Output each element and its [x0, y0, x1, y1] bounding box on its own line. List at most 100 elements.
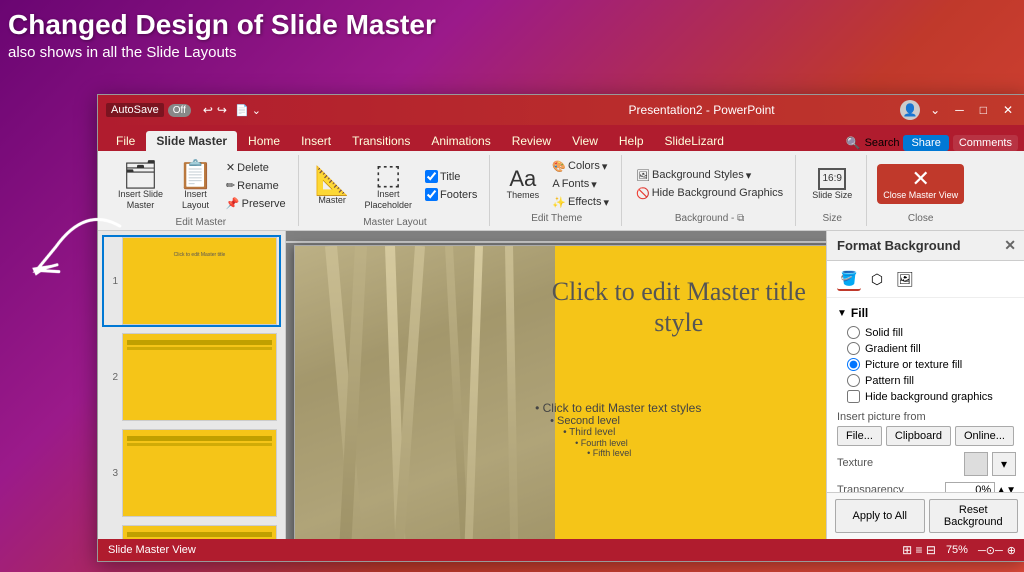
pattern-fill-radio[interactable] — [847, 374, 860, 387]
tab-transitions[interactable]: Transitions — [342, 131, 420, 151]
preserve-label: Preserve — [242, 198, 286, 210]
slide-size-btn[interactable]: 16:9 Slide Size — [806, 164, 858, 205]
hide-bg-label: Hide Background Graphics — [652, 187, 783, 199]
fill-icon[interactable]: 🪣 — [837, 267, 861, 291]
footers-checkbox[interactable]: Footers — [421, 186, 481, 203]
effects-btn[interactable]: ✨ Effects ▾ — [548, 194, 613, 211]
preserve-btn[interactable]: 📌 Preserve — [222, 195, 290, 212]
status-bar: Slide Master View ⊞ ≡ ⊟ 75% ─⊙─ ⊕ — [98, 539, 1024, 561]
insert-placeholder-btn[interactable]: ⬚ InsertPlaceholder — [359, 157, 419, 215]
slide-thumb-2[interactable]: 2 — [102, 331, 281, 423]
texture-preview — [964, 452, 988, 476]
comments-button[interactable]: Comments — [953, 135, 1018, 151]
search-icon[interactable]: 🔍 — [846, 136, 861, 150]
annotation-subtitle: also shows in all the Slide Layouts — [8, 44, 436, 61]
themes-btn[interactable]: Aa Themes — [500, 164, 545, 204]
effects-icon[interactable]: ⬡ — [865, 267, 889, 291]
zoom-fit-btn[interactable]: ⊕ — [1007, 544, 1016, 557]
undo-icon[interactable]: ↩ — [203, 103, 213, 117]
close-master-view-btn[interactable]: ✕ Close Master View — [877, 164, 964, 205]
zoom-slider[interactable]: ─⊙─ — [978, 544, 1003, 557]
slide-num-3: 3 — [104, 468, 118, 479]
fill-label: Fill — [851, 306, 868, 320]
master-layout-col: Title Footers — [421, 168, 481, 203]
reset-background-btn[interactable]: Reset Background — [929, 499, 1019, 533]
themes-label: Themes — [507, 190, 540, 200]
ribbon-collapse-icon[interactable]: ⌄ — [930, 103, 940, 117]
title-check[interactable] — [425, 170, 438, 183]
background-col: 🖼 Background Styles ▾ 🚫 Hide Background … — [632, 167, 787, 202]
annotation-area: Changed Design of Slide Master also show… — [8, 8, 436, 61]
insert-layout-btn[interactable]: 📋 InsertLayout — [172, 157, 219, 215]
slide-title-area[interactable]: Click to edit Master title style — [525, 276, 826, 338]
tab-home[interactable]: Home — [238, 131, 290, 151]
format-background-panel: Format Background ✕ 🪣 ⬡ 🖼 ▼ Fill Solid f… — [826, 231, 1024, 539]
file-btn[interactable]: File... — [837, 426, 882, 446]
picture-icon[interactable]: 🖼 — [893, 267, 917, 291]
slide-thumb-4[interactable]: 4 — [102, 523, 281, 539]
hide-bg-checkbox[interactable] — [847, 390, 860, 403]
solid-fill-option[interactable]: Solid fill — [847, 326, 1016, 339]
slide-thumb-3[interactable]: 3 — [102, 427, 281, 519]
background-dialog-icon[interactable]: ⧉ — [737, 213, 744, 224]
search-label[interactable]: Search — [865, 137, 900, 149]
maximize-icon[interactable]: □ — [975, 101, 992, 119]
apply-to-all-btn[interactable]: Apply to All — [835, 499, 925, 533]
fonts-btn[interactable]: A Fonts ▾ — [548, 176, 613, 193]
transparency-spinner[interactable]: ▲▼ — [996, 485, 1016, 493]
picture-fill-radio[interactable] — [847, 358, 860, 371]
tab-insert[interactable]: Insert — [291, 131, 341, 151]
tab-help[interactable]: Help — [609, 131, 654, 151]
tab-view[interactable]: View — [562, 131, 608, 151]
format-panel-close-btn[interactable]: ✕ — [1004, 237, 1016, 254]
delete-icon: ✕ — [226, 161, 235, 174]
autosave-toggle-off[interactable]: Off — [168, 104, 191, 117]
insert-placeholder-label: InsertPlaceholder — [365, 189, 413, 211]
tab-review[interactable]: Review — [502, 131, 561, 151]
slide-num-2: 2 — [104, 372, 118, 383]
tab-slidelizard[interactable]: SlideLizard — [655, 131, 734, 151]
slide-body[interactable]: Click to edit Master text styles Second … — [525, 401, 826, 458]
slides-panel: 1 Click to edit Master title 2 3 — [98, 231, 286, 539]
fonts-icon: A — [552, 178, 559, 190]
slide-title: Click to edit Master title style — [525, 276, 826, 338]
preserve-icon: 📌 — [226, 197, 240, 210]
title-bar-center: Presentation2 - PowerPoint — [503, 103, 900, 117]
close-icon[interactable]: ✕ — [998, 101, 1018, 119]
tab-animations[interactable]: Animations — [421, 131, 500, 151]
master-btn[interactable]: 📐 Master — [309, 163, 356, 209]
footers-check[interactable] — [425, 188, 438, 201]
insert-layout-label: InsertLayout — [182, 189, 209, 211]
title-bar-left: AutoSave Off ↩ ↪ 📄 ⌄ — [106, 103, 503, 117]
delete-btn[interactable]: ✕ Delete — [222, 159, 290, 176]
pattern-fill-option[interactable]: Pattern fill — [847, 374, 1016, 387]
tab-slide-master[interactable]: Slide Master — [146, 131, 237, 151]
zoom-level: 75% — [946, 544, 968, 556]
hide-bg-btn[interactable]: 🚫 Hide Background Graphics — [632, 185, 787, 202]
background-styles-btn[interactable]: 🖼 Background Styles ▾ — [632, 167, 787, 184]
picture-texture-fill-option[interactable]: Picture or texture fill — [847, 358, 1016, 371]
insert-slide-master-btn[interactable]: 🗂 Insert SlideMaster — [112, 157, 169, 215]
redo-icon[interactable]: ↪ — [217, 103, 227, 117]
hide-bg-graphics-option[interactable]: Hide background graphics — [847, 390, 1016, 403]
transparency-row: Transparency 0% ▲▼ — [837, 482, 1016, 492]
body-item-2: Second level — [550, 415, 826, 427]
minimize-icon[interactable]: ─ — [950, 101, 969, 119]
solid-fill-radio[interactable] — [847, 326, 860, 339]
slide-canvas[interactable]: Click to edit Master title style Click t… — [294, 245, 826, 539]
tab-file[interactable]: File — [106, 131, 145, 151]
clipboard-btn[interactable]: Clipboard — [886, 426, 951, 446]
transparency-input[interactable]: 0% — [945, 482, 995, 492]
rename-btn[interactable]: ✏ Rename — [222, 177, 290, 194]
title-checkbox[interactable]: Title — [421, 168, 481, 185]
master-layout-content: 📐 Master ⬚ InsertPlaceholder Title Foote… — [309, 157, 482, 215]
texture-options-btn[interactable]: ▾ — [992, 452, 1016, 476]
colors-btn[interactable]: 🎨 Colors ▾ — [548, 158, 613, 175]
texture-label: Texture — [837, 457, 964, 469]
online-btn[interactable]: Online... — [955, 426, 1014, 446]
fill-section-header[interactable]: ▼ Fill — [837, 306, 1016, 320]
gradient-fill-option[interactable]: Gradient fill — [847, 342, 1016, 355]
share-button[interactable]: Share — [903, 135, 948, 151]
gradient-fill-radio[interactable] — [847, 342, 860, 355]
body-item-4: Fourth level — [575, 438, 826, 448]
